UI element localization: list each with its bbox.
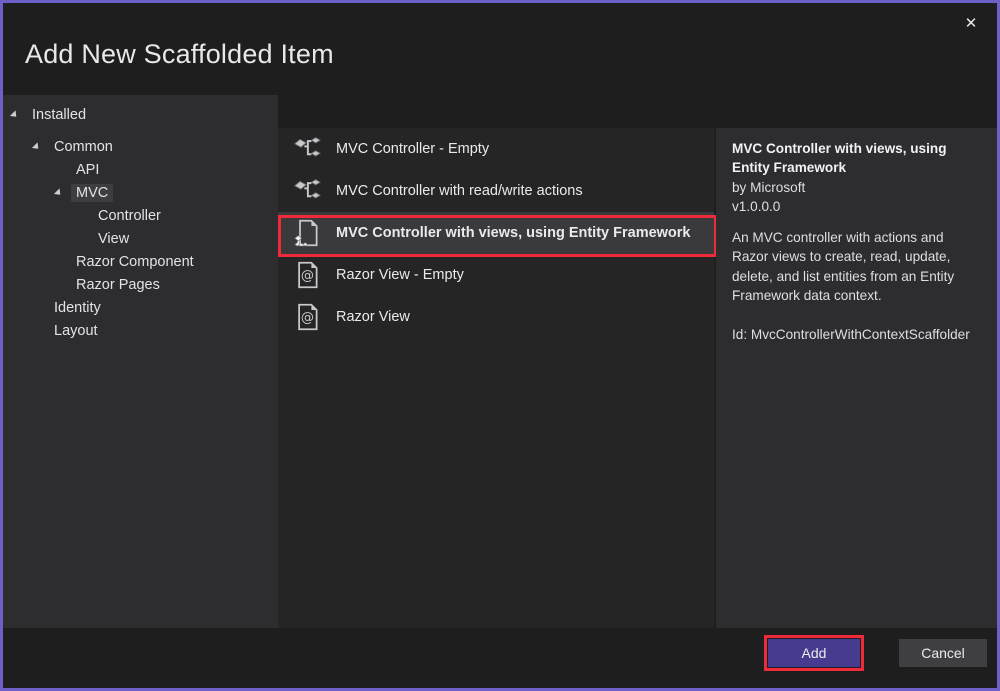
tree-item-label: Razor Pages bbox=[71, 276, 165, 294]
tree-item-api[interactable]: API bbox=[3, 158, 278, 181]
scaffold-template-list: MVC Controller - Empty MVC Controller wit… bbox=[278, 128, 714, 628]
list-item-label: Razor View - Empty bbox=[336, 267, 464, 283]
detail-title: MVC Controller with views, using Entity … bbox=[732, 139, 981, 178]
sidebar-tree: Installed Common API MVC Controller View Razor… bbox=[3, 95, 278, 628]
tree-item-identity[interactable]: Identity bbox=[3, 296, 278, 319]
template-detail-panel: MVC Controller with views, using Entity … bbox=[716, 128, 997, 628]
tree-item-label: API bbox=[71, 161, 104, 179]
list-item[interactable]: MVC Controller with views, using Entity … bbox=[278, 212, 714, 254]
svg-text:@: @ bbox=[301, 268, 314, 283]
tree-item-razor-component[interactable]: Razor Component bbox=[3, 250, 278, 273]
list-item[interactable]: MVC Controller with read/write actions bbox=[278, 170, 714, 212]
detail-author: by Microsoft bbox=[732, 178, 981, 197]
detail-id: Id: MvcControllerWithContextScaffolder bbox=[732, 325, 981, 344]
tree-item-label: View bbox=[93, 230, 134, 248]
list-item[interactable]: @ Razor View - Empty bbox=[278, 254, 714, 296]
tree-item-razor-pages[interactable]: Razor Pages bbox=[3, 273, 278, 296]
add-button[interactable]: Add bbox=[768, 639, 860, 667]
svg-text:@: @ bbox=[301, 310, 314, 325]
tree-item-installed[interactable]: Installed bbox=[3, 103, 278, 126]
tree-item-label: Identity bbox=[49, 299, 106, 317]
expander-triangle-icon[interactable] bbox=[32, 142, 41, 151]
expander-triangle-icon[interactable] bbox=[10, 110, 19, 119]
list-item-label: MVC Controller with views, using Entity … bbox=[336, 225, 691, 241]
mvc-controller-ef-icon bbox=[292, 218, 322, 248]
tree-item-label: Installed bbox=[27, 106, 91, 124]
tree-item-mvc[interactable]: MVC bbox=[3, 181, 278, 204]
list-item-label: Razor View bbox=[336, 309, 410, 325]
detail-description: An MVC controller with actions and Razor… bbox=[732, 228, 981, 305]
tree-item-view[interactable]: View bbox=[3, 227, 278, 250]
cancel-button[interactable]: Cancel bbox=[899, 639, 987, 667]
razor-view-icon: @ bbox=[292, 260, 322, 290]
mvc-controller-icon bbox=[292, 134, 322, 164]
dialog-titlebar: Add New Scaffolded Item ✕ bbox=[3, 3, 997, 89]
tree-item-label: Common bbox=[49, 138, 118, 156]
tree-item-label: MVC bbox=[71, 184, 113, 202]
list-item[interactable]: @ Razor View bbox=[278, 296, 714, 338]
tree-item-controller[interactable]: Controller bbox=[3, 204, 278, 227]
mvc-controller-icon bbox=[292, 176, 322, 206]
tree-item-label: Controller bbox=[93, 207, 166, 225]
tree-item-label: Layout bbox=[49, 322, 103, 340]
dialog-footer: Add Cancel bbox=[3, 628, 997, 688]
tree-item-common[interactable]: Common bbox=[3, 135, 278, 158]
detail-version: v1.0.0.0 bbox=[732, 197, 981, 216]
add-new-scaffolded-item-dialog: Add New Scaffolded Item ✕ Installed Commo… bbox=[0, 0, 1000, 691]
razor-view-icon: @ bbox=[292, 302, 322, 332]
tree-item-layout[interactable]: Layout bbox=[3, 319, 278, 342]
list-item-label: MVC Controller - Empty bbox=[336, 141, 489, 157]
list-item-label: MVC Controller with read/write actions bbox=[336, 183, 583, 199]
tree-item-label: Razor Component bbox=[71, 253, 199, 271]
expander-triangle-icon[interactable] bbox=[54, 188, 63, 197]
list-item[interactable]: MVC Controller - Empty bbox=[278, 128, 714, 170]
page-title: Add New Scaffolded Item bbox=[25, 39, 334, 70]
close-icon[interactable]: ✕ bbox=[950, 5, 992, 41]
